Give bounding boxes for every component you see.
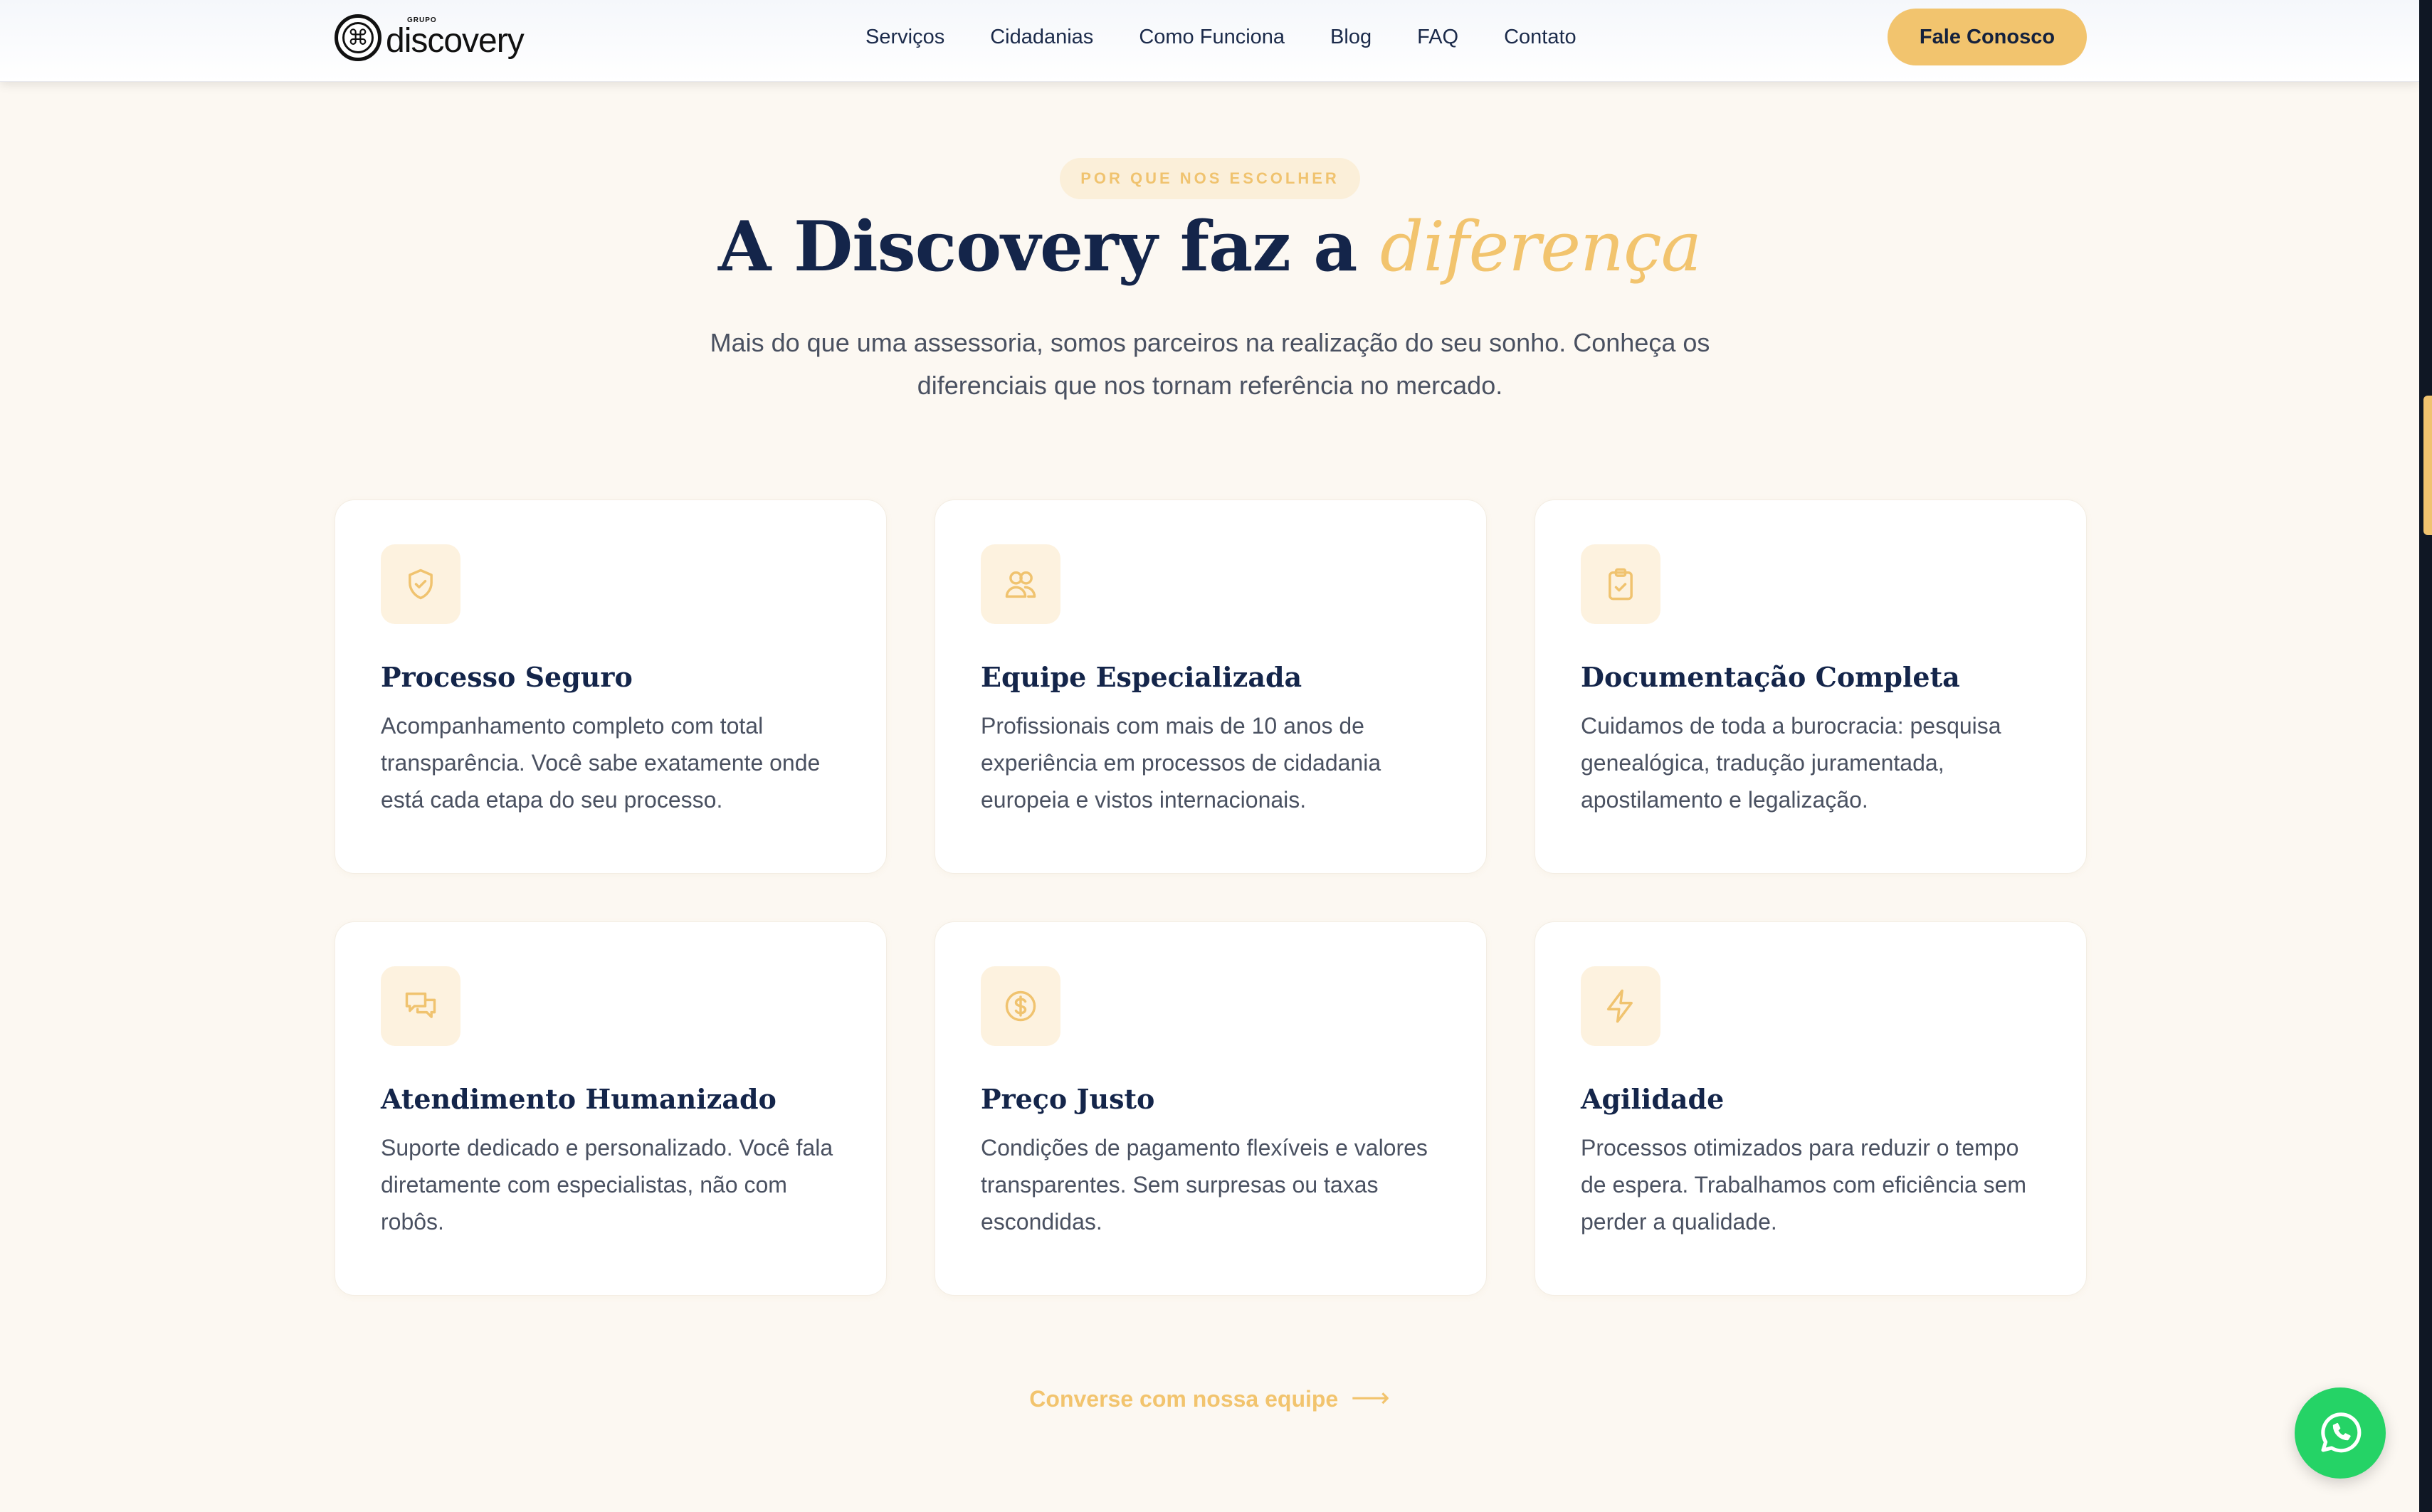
logo-mark: ⌘	[335, 14, 381, 61]
converse-com-equipe-link[interactable]: Converse com nossa equipe ⟶	[0, 1382, 2419, 1414]
section-subtitle: Mais do que uma assessoria, somos parcei…	[710, 328, 1710, 400]
lightning-icon	[1581, 966, 1660, 1046]
feature-title: Agilidade	[1581, 1083, 1725, 1115]
feature-description: Condições de pagamento flexíveis e valor…	[981, 1135, 1428, 1235]
feature-card-atendimento-humanizado: Atendimento Humanizado Suporte dedicado …	[335, 921, 887, 1296]
feature-title: Processo Seguro	[381, 661, 633, 693]
users-icon	[981, 544, 1060, 624]
nav-item-contato[interactable]: Contato	[1504, 26, 1576, 49]
feature-title: Equipe Especializada	[981, 661, 1302, 693]
section-title: A Discovery faz a diferença	[718, 206, 1702, 287]
whatsapp-icon	[2321, 1412, 2362, 1453]
site-header: ⌘ GRUPO discovery Serviços Cidadanias Co…	[0, 0, 2419, 82]
logo-small-text: GRUPO	[407, 16, 437, 24]
feature-description: Cuidamos de toda a burocracia: pesquisa …	[1581, 713, 2001, 813]
nav-item-cidadanias[interactable]: Cidadanias	[990, 26, 1093, 49]
whatsapp-button[interactable]	[2295, 1387, 2386, 1479]
dollar-circle-icon	[981, 966, 1060, 1046]
feature-description: Profissionais com mais de 10 anos de exp…	[981, 713, 1381, 813]
title-accent: diferença	[1379, 207, 1702, 287]
section-eyebrow: POR QUE NOS ESCOLHER	[1060, 158, 1360, 199]
feature-card-equipe-especializada: Equipe Especializada Profissionais com m…	[935, 499, 1487, 874]
feature-card-processo-seguro: Processo Seguro Acompanhamento completo …	[335, 499, 887, 874]
features-grid: Processo Seguro Acompanhamento completo …	[335, 499, 2087, 1296]
feature-card-agilidade: Agilidade Processos otimizados para redu…	[1535, 921, 2087, 1296]
nav-item-blog[interactable]: Blog	[1330, 26, 1372, 49]
feature-title: Preço Justo	[981, 1083, 1155, 1115]
nav-item-servicos[interactable]: Serviços	[865, 26, 944, 49]
feature-description: Acompanhamento completo com total transp…	[381, 713, 821, 813]
logo[interactable]: ⌘ GRUPO discovery	[335, 14, 525, 61]
chat-bubbles-icon	[381, 966, 460, 1046]
main-nav: Serviços Cidadanias Como Funciona Blog F…	[865, 0, 1622, 74]
fale-conosco-button[interactable]: Fale Conosco	[1888, 9, 2087, 65]
feature-title: Documentação Completa	[1581, 661, 1960, 693]
feature-card-preco-justo: Preço Justo Condições de pagamento flexí…	[935, 921, 1487, 1296]
clipboard-check-icon	[1581, 544, 1660, 624]
feature-title: Atendimento Humanizado	[381, 1083, 777, 1115]
feature-description: Suporte dedicado e personalizado. Você f…	[381, 1135, 833, 1235]
nav-item-como-funciona[interactable]: Como Funciona	[1139, 26, 1285, 49]
feature-card-documentacao-completa: Documentação Completa Cuidamos de toda a…	[1535, 499, 2087, 874]
nav-item-faq[interactable]: FAQ	[1417, 26, 1458, 49]
feature-description: Processos otimizados para reduzir o temp…	[1581, 1135, 2027, 1235]
scrollbar[interactable]	[2419, 0, 2432, 1512]
arrow-right-icon: ⟶	[1351, 1383, 1390, 1413]
scrollbar-thumb[interactable]	[2423, 396, 2432, 535]
shield-check-icon	[381, 544, 460, 624]
